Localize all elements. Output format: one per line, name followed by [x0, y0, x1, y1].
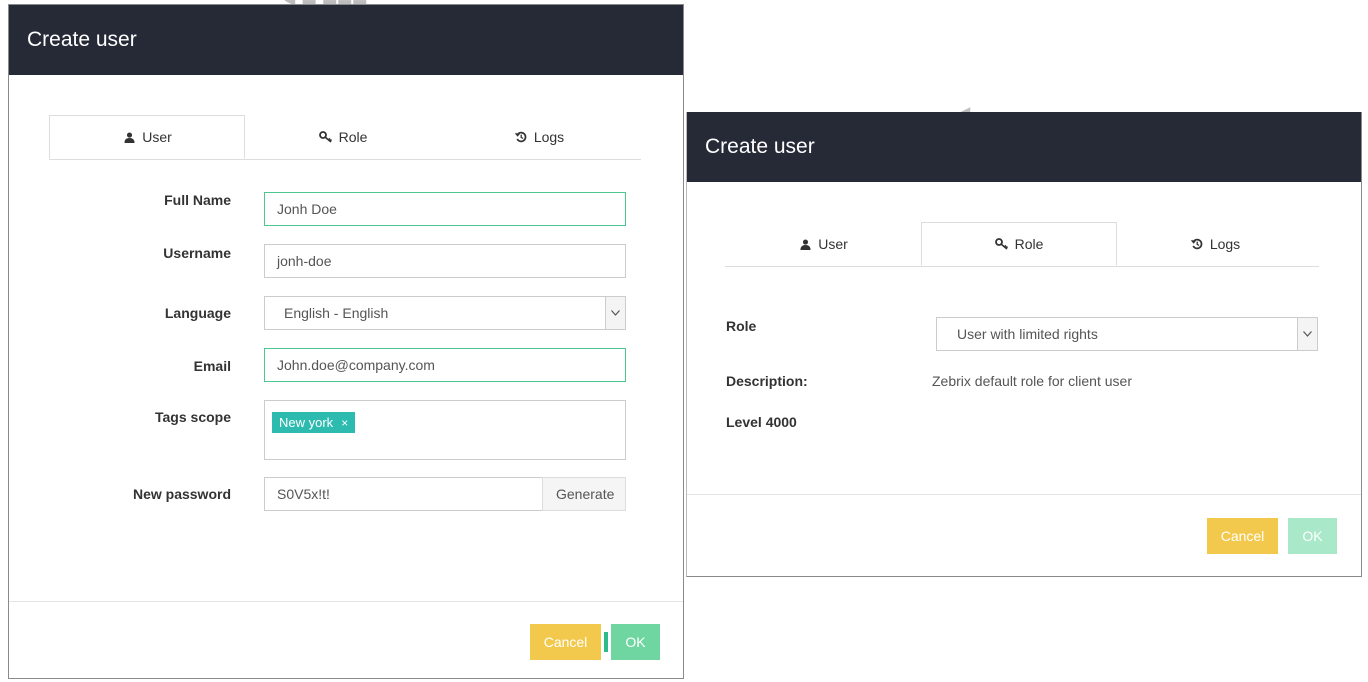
tab-user-label: User — [818, 236, 848, 252]
tab-bar: User Role Logs — [725, 222, 1319, 267]
tab-logs-label: Logs — [1209, 236, 1241, 252]
tab-logs-label: Logs — [533, 129, 565, 145]
tab-logs[interactable]: Logs — [441, 115, 637, 159]
tab-role-label: Role — [338, 129, 368, 145]
key-icon — [318, 130, 333, 144]
generate-password-button[interactable]: Generate — [542, 477, 626, 511]
user-icon — [798, 237, 812, 251]
email-label: Email — [193, 358, 231, 374]
tab-bar: User Role Logs — [49, 115, 641, 160]
username-input[interactable]: jonh-doe — [264, 244, 626, 278]
username-label: Username — [163, 245, 231, 261]
user-icon — [122, 130, 136, 144]
dialog-title: Create user — [705, 135, 815, 158]
level-label: Level 4000 — [726, 414, 797, 430]
role-select[interactable]: User with limited rights — [936, 317, 1318, 351]
role-label: Role — [726, 318, 757, 334]
tags-scope-input[interactable]: New york × — [264, 400, 626, 460]
language-label: Language — [164, 305, 231, 321]
full-name-label: Full Name — [164, 192, 231, 208]
description-value: Zebrix default role for client user — [932, 373, 1132, 389]
history-icon — [1190, 237, 1204, 251]
tag-chip-label: New york — [279, 415, 334, 430]
new-password-input[interactable]: S0V5x!t! — [264, 477, 543, 511]
language-select[interactable]: English - English — [264, 296, 626, 330]
cancel-button[interactable]: Cancel — [530, 624, 601, 660]
tag-chip: New york × — [272, 412, 356, 433]
footer-divider — [9, 601, 683, 602]
chevron-down-icon — [1297, 318, 1317, 350]
tab-role[interactable]: Role — [245, 115, 441, 159]
dialog-header: Create user — [687, 112, 1361, 182]
email-input[interactable]: John.doe@company.com — [264, 348, 626, 382]
new-password-label: New password — [132, 486, 231, 502]
footer-divider — [687, 494, 1361, 495]
dialog-header: Create user — [9, 5, 683, 75]
tag-remove-icon[interactable]: × — [341, 416, 348, 430]
focus-indicator — [604, 632, 608, 652]
key-icon — [994, 237, 1009, 251]
dialog-title: Create user — [27, 28, 137, 51]
cancel-button[interactable]: Cancel — [1207, 518, 1278, 554]
description-label: Description: — [726, 373, 808, 389]
ok-button[interactable]: OK — [611, 624, 660, 660]
chevron-down-icon — [605, 297, 625, 329]
tab-role[interactable]: Role — [921, 222, 1117, 266]
tab-logs[interactable]: Logs — [1117, 222, 1313, 266]
create-user-dialog-user-tab: Create user User Role Logs Full Name Jon… — [8, 4, 684, 679]
tab-user[interactable]: User — [49, 115, 245, 159]
tab-user[interactable]: User — [725, 222, 921, 266]
tab-user-label: User — [142, 129, 172, 145]
language-select-value: English - English — [284, 305, 389, 321]
history-icon — [514, 130, 528, 144]
tags-scope-label: Tags scope — [155, 409, 231, 425]
full-name-input[interactable]: Jonh Doe — [264, 192, 626, 226]
create-user-dialog-role-tab: Create user User Role Logs Role User wit… — [686, 112, 1362, 577]
tab-role-label: Role — [1014, 236, 1044, 252]
role-select-value: User with limited rights — [957, 326, 1098, 342]
ok-button[interactable]: OK — [1288, 518, 1337, 554]
